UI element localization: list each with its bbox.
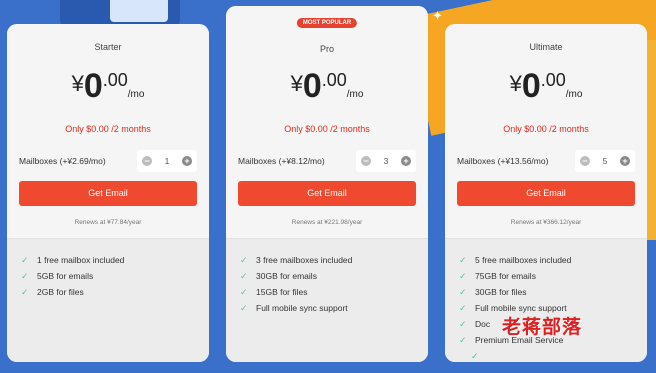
features-section: ✓ 1 free mailbox included ✓ 5GB for emails… bbox=[7, 238, 209, 362]
plan-name: Ultimate bbox=[529, 42, 563, 52]
price-currency: ¥ bbox=[509, 71, 522, 96]
check-icon: ✓ bbox=[240, 270, 248, 281]
check-icon: ✓ bbox=[459, 302, 467, 313]
check-icon: ✓ bbox=[21, 270, 29, 281]
mailbox-quantity-stepper: − 5 + bbox=[575, 150, 635, 172]
feature-text: Doc bbox=[475, 319, 491, 329]
check-icon: ✓ bbox=[21, 254, 29, 265]
mailboxes-label: Mailboxes (+¥13.56/mo) bbox=[457, 156, 549, 166]
decrement-button[interactable]: − bbox=[361, 156, 371, 166]
feature-text: 1 free mailbox included bbox=[37, 255, 125, 265]
check-icon: ✓ bbox=[240, 302, 248, 313]
plan-price: ¥0.00/mo bbox=[7, 67, 209, 106]
promo-text: Only $0.00 /2 months bbox=[284, 124, 370, 134]
price-period: /mo bbox=[565, 89, 583, 100]
most-popular-badge: MOST POPULAR bbox=[296, 18, 358, 28]
feature-item: ✓ 1 free mailbox included bbox=[21, 252, 197, 268]
check-icon: ✓ bbox=[21, 286, 29, 297]
mailboxes-row: Mailboxes (+¥8.12/mo) − 3 + bbox=[238, 150, 416, 172]
background-paper-decor bbox=[110, 0, 168, 22]
mailbox-count[interactable]: 5 bbox=[603, 156, 608, 166]
feature-list: ✓ 1 free mailbox included ✓ 5GB for emails… bbox=[7, 239, 209, 300]
plan-card-starter: Starter ¥0.00/mo Only $0.00 /2 months Ma… bbox=[7, 24, 209, 362]
check-icon: ✓ bbox=[240, 254, 248, 265]
increment-button[interactable]: + bbox=[181, 156, 192, 166]
check-icon: ✓ bbox=[471, 350, 479, 361]
price-whole: 0 bbox=[83, 67, 103, 105]
feature-item: ✓ 30GB for files bbox=[459, 284, 635, 300]
get-email-button[interactable]: Get Email bbox=[457, 181, 635, 206]
get-email-button[interactable]: Get Email bbox=[238, 181, 416, 206]
feature-item: ✓ 75GB for emails bbox=[459, 268, 635, 284]
plan-price: ¥0.00/mo bbox=[445, 67, 647, 106]
sparkle-icon: ✦ bbox=[432, 8, 443, 23]
check-icon: ✓ bbox=[459, 334, 467, 345]
price-whole: 0 bbox=[302, 67, 322, 105]
renewal-text: Renews at ¥366.12/year bbox=[510, 219, 582, 226]
price-currency: ¥ bbox=[290, 71, 303, 96]
mailboxes-row: Mailboxes (+¥2.69/mo) − 1 + bbox=[19, 150, 197, 172]
plan-name: Starter bbox=[94, 42, 122, 52]
feature-item: ✓ 30GB for emails bbox=[240, 268, 416, 284]
mailboxes-label: Mailboxes (+¥8.12/mo) bbox=[238, 156, 325, 166]
mailbox-quantity-stepper: − 3 + bbox=[356, 150, 416, 172]
watermark-logo: 老蒋部落 bbox=[502, 316, 583, 338]
features-section: ✓ 5 free mailboxes included ✓ 75GB for ema… bbox=[445, 238, 647, 362]
price-currency: ¥ bbox=[71, 71, 84, 96]
check-icon: ✓ bbox=[240, 286, 248, 297]
feature-item: ✓ Full mobile sync support bbox=[240, 300, 416, 316]
feature-item: ✓ bbox=[459, 348, 635, 362]
feature-text: 30GB for files bbox=[475, 287, 527, 297]
increment-button[interactable]: + bbox=[619, 156, 630, 166]
feature-text: 5GB for emails bbox=[37, 271, 94, 281]
renewal-text: Renews at ¥221.98/year bbox=[291, 219, 363, 226]
plan-price: ¥0.00/mo bbox=[226, 67, 428, 106]
feature-item: ✓ 15GB for files bbox=[240, 284, 416, 300]
plan-card-pro: MOST POPULAR Pro ¥0.00/mo Only $0.00 /2 … bbox=[226, 6, 428, 362]
feature-text: Full mobile sync support bbox=[256, 303, 348, 313]
price-period: /mo bbox=[127, 89, 145, 100]
feature-text: 75GB for emails bbox=[475, 271, 536, 281]
price-whole: 0 bbox=[521, 67, 541, 105]
plan-name: Pro bbox=[319, 44, 334, 54]
mailboxes-row: Mailboxes (+¥13.56/mo) − 5 + bbox=[457, 150, 635, 172]
decrement-button[interactable]: − bbox=[580, 156, 590, 166]
feature-item: ✓ 3 free mailboxes included bbox=[240, 252, 416, 268]
check-icon: ✓ bbox=[459, 318, 467, 329]
feature-text: 30GB for emails bbox=[256, 271, 317, 281]
price-decimal: .00 bbox=[540, 70, 566, 90]
check-icon: ✓ bbox=[459, 254, 467, 265]
feature-text: 5 free mailboxes included bbox=[475, 255, 572, 265]
feature-list: ✓ 3 free mailboxes included ✓ 30GB for ema… bbox=[226, 239, 428, 316]
check-icon: ✓ bbox=[459, 270, 467, 281]
features-section: ✓ 3 free mailboxes included ✓ 30GB for ema… bbox=[226, 238, 428, 362]
price-decimal: .00 bbox=[102, 70, 128, 90]
feature-item: ✓ 5 free mailboxes included bbox=[459, 252, 635, 268]
feature-text: 3 free mailboxes included bbox=[256, 255, 353, 265]
check-icon: ✓ bbox=[459, 286, 467, 297]
decrement-button[interactable]: − bbox=[142, 156, 152, 166]
feature-item: ✓ 2GB for files bbox=[21, 284, 197, 300]
price-period: /mo bbox=[346, 89, 364, 100]
increment-button[interactable]: + bbox=[400, 156, 411, 166]
feature-text: 2GB for files bbox=[37, 287, 84, 297]
promo-text: Only $0.00 /2 months bbox=[65, 124, 151, 134]
mailboxes-label: Mailboxes (+¥2.69/mo) bbox=[19, 156, 106, 166]
mailbox-count[interactable]: 3 bbox=[384, 156, 389, 166]
promo-text: Only $0.00 /2 months bbox=[503, 124, 589, 134]
feature-text: 15GB for files bbox=[256, 287, 308, 297]
renewal-text: Renews at ¥77.84/year bbox=[74, 219, 142, 226]
mailbox-count[interactable]: 1 bbox=[165, 156, 170, 166]
get-email-button[interactable]: Get Email bbox=[19, 181, 197, 206]
price-decimal: .00 bbox=[321, 70, 347, 90]
feature-list: ✓ 5 free mailboxes included ✓ 75GB for ema… bbox=[445, 239, 647, 362]
mailbox-quantity-stepper: − 1 + bbox=[137, 150, 197, 172]
feature-item: ✓ 5GB for emails bbox=[21, 268, 197, 284]
